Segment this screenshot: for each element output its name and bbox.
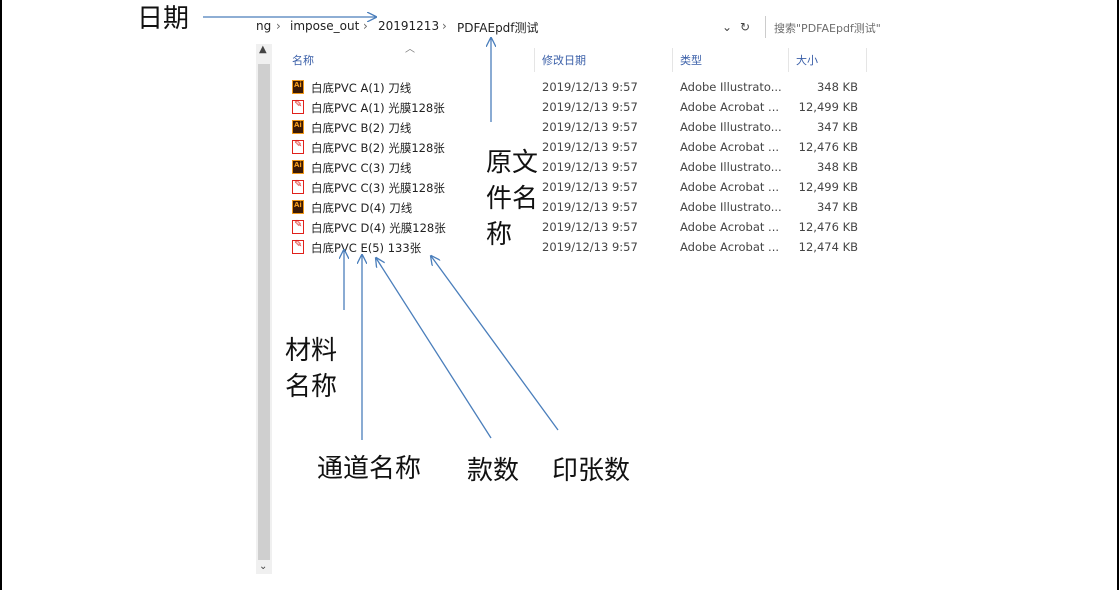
annotation-material-line1: 材料 (285, 336, 338, 366)
annotation-channel: 通道名称 (317, 454, 422, 484)
annotation-original-name-line2: 件名 (486, 184, 539, 214)
annotation-arrows (203, 0, 559, 440)
annotation-style-count: 款数 (467, 456, 520, 486)
annotation-date: 日期 (137, 4, 190, 34)
annotation-sheet-count: 印张数 (552, 456, 631, 486)
annotation-material-line2: 名称 (285, 372, 338, 402)
annotation-original-name-line1: 原文 (486, 148, 539, 178)
sheet-count-arrow (431, 256, 559, 431)
annotation-original-name-line3: 称 (486, 220, 513, 250)
style-count-arrow (376, 258, 492, 439)
